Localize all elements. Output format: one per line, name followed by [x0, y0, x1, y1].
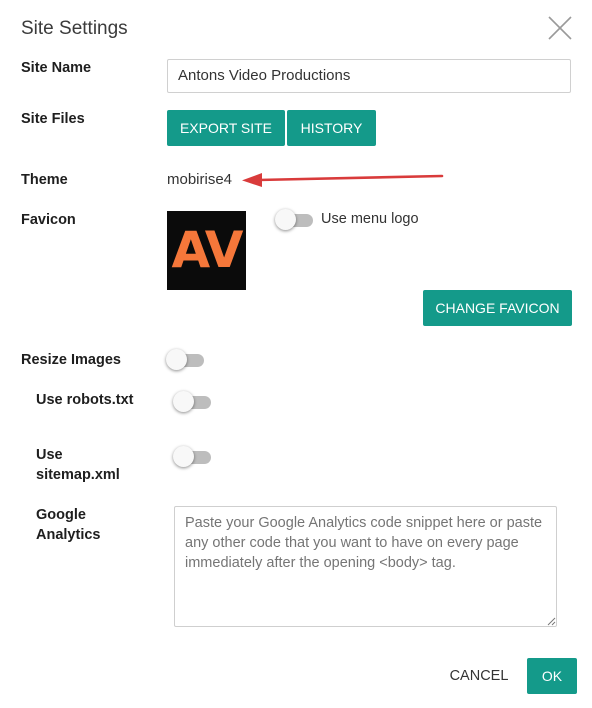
close-icon[interactable]: [545, 13, 575, 43]
resize-grip-icon[interactable]: [547, 617, 556, 626]
analytics-code-textarea[interactable]: [174, 506, 557, 627]
cancel-button[interactable]: CANCEL: [441, 658, 517, 694]
robots-label: Use robots.txt: [36, 392, 134, 408]
sitemap-label-line2: sitemap.xml: [36, 467, 120, 483]
sitemap-label: Use sitemap.xml: [36, 445, 120, 485]
site-name-label: Site Name: [21, 60, 92, 76]
analytics-label: Google Analytics: [36, 505, 100, 545]
toggle-knob: [173, 391, 194, 412]
sitemap-label-line1: Use: [36, 447, 63, 463]
resize-images-toggle[interactable]: [166, 349, 204, 370]
resize-images-label: Resize Images: [21, 352, 121, 368]
change-favicon-button[interactable]: CHANGE FAVICON: [423, 290, 572, 326]
theme-label: Theme: [21, 172, 68, 188]
sitemap-toggle[interactable]: [173, 446, 211, 467]
theme-value: mobirise4: [167, 171, 233, 188]
analytics-label-line1: Google: [36, 507, 86, 523]
toggle-knob: [166, 349, 187, 370]
dialog-title: Site Settings: [21, 18, 128, 39]
ok-button[interactable]: OK: [527, 658, 577, 694]
favicon-label: Favicon: [21, 212, 76, 228]
export-site-button[interactable]: EXPORT SITE: [167, 110, 285, 146]
toggle-knob: [275, 209, 296, 230]
favicon-image: AV: [167, 211, 246, 290]
annotation-arrow-icon: [242, 173, 444, 187]
robots-toggle[interactable]: [173, 391, 211, 412]
use-menu-logo-toggle[interactable]: [275, 209, 313, 230]
analytics-label-line2: Analytics: [36, 527, 101, 543]
use-menu-logo-label: Use menu logo: [321, 211, 419, 227]
history-button[interactable]: HISTORY: [287, 110, 376, 146]
site-files-label: Site Files: [21, 111, 85, 127]
toggle-knob: [173, 446, 194, 467]
site-name-input[interactable]: Antons Video Productions: [167, 59, 571, 93]
